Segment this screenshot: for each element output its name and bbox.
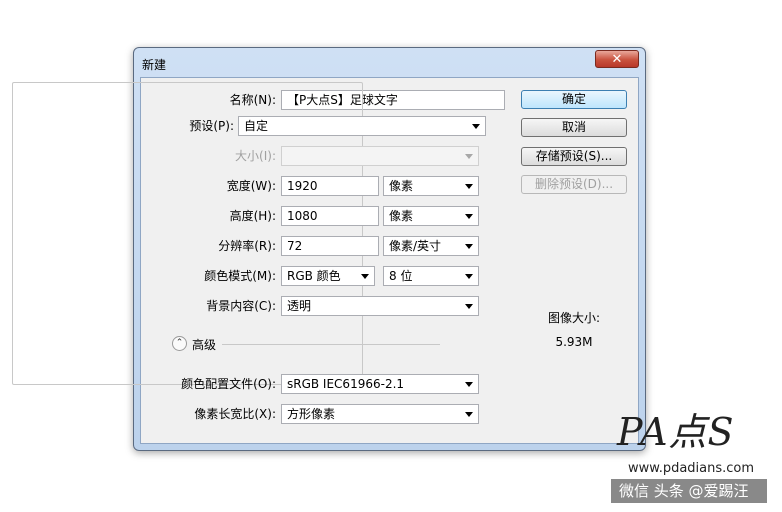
save-preset-button[interactable]: 存储预设(S)... bbox=[521, 147, 627, 166]
width-label: 宽度(W): bbox=[226, 179, 276, 193]
width-input[interactable]: 1920 bbox=[281, 176, 379, 196]
chevron-down-icon bbox=[465, 412, 473, 417]
height-label: 高度(H): bbox=[229, 209, 276, 223]
color-profile-label: 颜色配置文件(O): bbox=[181, 377, 276, 391]
pixel-aspect-select[interactable]: 方形像素 bbox=[281, 404, 479, 424]
color-mode-value: RGB 颜色 bbox=[287, 269, 341, 283]
chevron-down-icon bbox=[465, 154, 473, 159]
chevron-down-icon bbox=[465, 382, 473, 387]
watermark-credit: 微信 头条 @爱踢汪 bbox=[611, 479, 767, 503]
chevron-down-icon bbox=[465, 304, 473, 309]
resolution-unit-value: 像素/英寸 bbox=[389, 239, 442, 253]
chevron-down-icon bbox=[465, 244, 473, 249]
background-value: 透明 bbox=[287, 299, 312, 313]
chevron-down-icon bbox=[465, 214, 473, 219]
width-unit-select[interactable]: 像素 bbox=[383, 176, 479, 196]
watermark-url: www.pdadians.com bbox=[628, 461, 755, 476]
image-size-value: 5.93M bbox=[555, 335, 593, 349]
color-profile-value: sRGB IEC61966-2.1 bbox=[287, 377, 405, 391]
color-mode-label: 颜色模式(M): bbox=[204, 269, 276, 283]
resolution-input[interactable]: 72 bbox=[281, 236, 379, 256]
pixel-aspect-value: 方形像素 bbox=[287, 407, 336, 421]
chevron-down-icon bbox=[361, 274, 369, 279]
preset-label: 预设(P): bbox=[189, 119, 234, 133]
background-label: 背景内容(C): bbox=[206, 299, 276, 313]
delete-preset-button[interactable]: 删除预设(D)... bbox=[521, 175, 627, 194]
preset-value: 自定 bbox=[244, 119, 269, 133]
cancel-button[interactable]: 取消 bbox=[521, 118, 627, 137]
color-mode-select[interactable]: RGB 颜色 bbox=[281, 266, 375, 286]
color-profile-select[interactable]: sRGB IEC61966-2.1 bbox=[281, 374, 479, 394]
close-icon: ✕ bbox=[611, 52, 623, 67]
width-unit-value: 像素 bbox=[389, 179, 414, 193]
background-select[interactable]: 透明 bbox=[281, 296, 479, 316]
bit-depth-select[interactable]: 8 位 bbox=[383, 266, 479, 286]
preset-select[interactable]: 自定 bbox=[238, 116, 486, 136]
dialog-title: 新建 bbox=[142, 58, 167, 72]
advanced-label[interactable]: 高级 bbox=[192, 336, 216, 354]
resolution-unit-select[interactable]: 像素/英寸 bbox=[383, 236, 479, 256]
chevron-down-icon bbox=[472, 124, 480, 129]
size-label: 大小(I): bbox=[235, 149, 276, 163]
bit-depth-value: 8 位 bbox=[389, 269, 413, 283]
close-button[interactable]: ✕ bbox=[595, 50, 639, 68]
watermark-logo: PA点S bbox=[617, 410, 735, 454]
advanced-divider bbox=[222, 344, 440, 345]
height-unit-value: 像素 bbox=[389, 209, 414, 223]
resolution-label: 分辨率(R): bbox=[218, 239, 276, 253]
collapse-up-icon[interactable]: ⌃ bbox=[172, 336, 187, 351]
height-input[interactable]: 1080 bbox=[281, 206, 379, 226]
size-select[interactable] bbox=[281, 146, 479, 166]
ok-button[interactable]: 确定 bbox=[521, 90, 627, 109]
height-unit-select[interactable]: 像素 bbox=[383, 206, 479, 226]
chevron-down-icon bbox=[465, 274, 473, 279]
image-size-label: 图像大小: bbox=[547, 311, 601, 325]
chevron-down-icon bbox=[465, 184, 473, 189]
pixel-aspect-label: 像素长宽比(X): bbox=[194, 407, 276, 421]
